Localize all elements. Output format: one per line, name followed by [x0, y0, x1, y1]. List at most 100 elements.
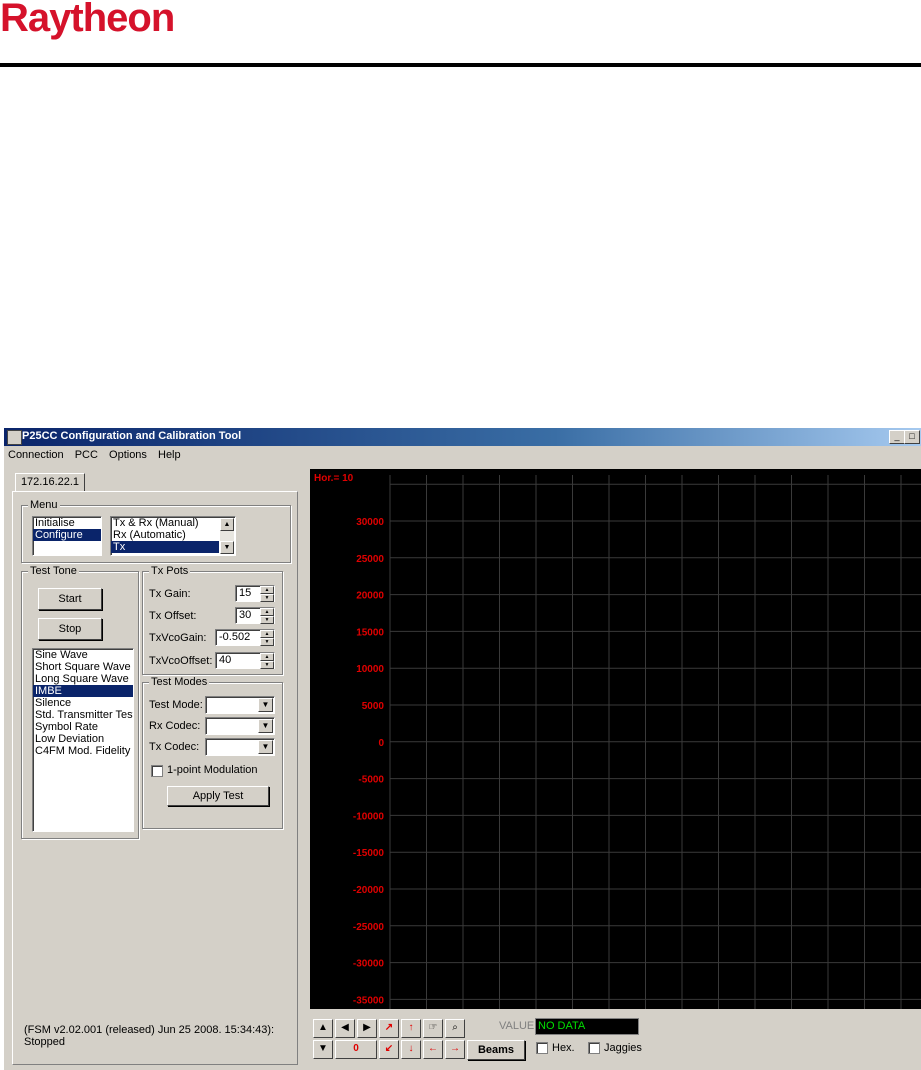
- menu-left-list[interactable]: Initialise Configure: [32, 516, 102, 556]
- list-item[interactable]: Tx & Rx (Manual): [111, 517, 235, 529]
- beams-button[interactable]: Beams: [467, 1040, 525, 1060]
- test-modes-group: Test Modes Test Mode: ▼ Rx Codec: ▼ Tx C…: [142, 676, 283, 829]
- menu-help[interactable]: Help: [154, 447, 185, 461]
- tx-codec-select[interactable]: ▼: [205, 738, 275, 756]
- spin-up-icon[interactable]: ▲: [260, 653, 274, 661]
- tx-vco-gain-spinner[interactable]: -0.502 ▲ ▼: [215, 629, 275, 646]
- test-modes-label: Test Modes: [149, 676, 210, 688]
- spin-up-icon[interactable]: ▲: [260, 630, 274, 638]
- tx-pots-label: Tx Pots: [149, 565, 191, 577]
- zoom-left-icon[interactable]: ←: [423, 1040, 443, 1059]
- select-tool-icon[interactable]: ☞: [423, 1019, 443, 1038]
- list-item[interactable]: Sine Wave: [33, 649, 133, 661]
- tx-vco-offset-value[interactable]: 40: [219, 654, 231, 666]
- scroll-down-icon[interactable]: ▼: [220, 541, 234, 554]
- y-tick-label: 0: [378, 738, 384, 749]
- start-button[interactable]: Start: [38, 588, 102, 610]
- y-tick-label: -25000: [353, 922, 385, 933]
- scope-plot[interactable]: 30000 25000 20000 15000 10000 5000 0 -5000 -1000…: [310, 469, 921, 1009]
- minimize-button[interactable]: _: [889, 430, 905, 444]
- value-display: NO DATA: [535, 1018, 639, 1035]
- list-item[interactable]: Rx (Automatic): [111, 529, 235, 541]
- spin-up-icon[interactable]: ▲: [260, 586, 274, 594]
- arrow-right-icon[interactable]: ▶: [357, 1019, 377, 1038]
- list-item[interactable]: Tx: [111, 541, 219, 553]
- tx-vco-offset-label: TxVcoOffset:: [149, 655, 213, 667]
- y-tick-label: 10000: [356, 664, 384, 675]
- rx-codec-label: Rx Codec:: [149, 720, 201, 732]
- test-tone-list[interactable]: Sine Wave Short Square Wave Long Square …: [32, 648, 134, 832]
- y-tick-label: -5000: [358, 775, 384, 786]
- list-item[interactable]: Initialise: [33, 517, 101, 529]
- tx-offset-label: Tx Offset:: [149, 610, 197, 622]
- title-bar[interactable]: P25CC Configuration and Calibration Tool…: [4, 428, 921, 446]
- zoom-right-icon[interactable]: →: [445, 1040, 465, 1059]
- y-tick-label: -10000: [353, 811, 385, 822]
- tx-gain-value[interactable]: 15: [239, 587, 251, 599]
- list-item[interactable]: C4FM Mod. Fidelity: [33, 745, 133, 757]
- rx-codec-select[interactable]: ▼: [205, 717, 275, 735]
- list-item[interactable]: Short Square Wave: [33, 661, 133, 673]
- tx-vco-offset-spinner[interactable]: 40 ▲ ▼: [215, 652, 275, 669]
- chevron-down-icon[interactable]: ▼: [258, 740, 273, 754]
- list-item[interactable]: Symbol Rate: [33, 721, 133, 733]
- tx-codec-label: Tx Codec:: [149, 741, 200, 753]
- tx-offset-value[interactable]: 30: [239, 609, 251, 621]
- jaggies-label: Jaggies: [604, 1042, 642, 1054]
- arrow-up-icon[interactable]: ▲: [313, 1019, 333, 1038]
- y-tick-label: 15000: [356, 627, 384, 638]
- one-point-modulation-checkbox[interactable]: [151, 765, 163, 777]
- list-item[interactable]: Configure: [33, 529, 101, 541]
- menu-connection[interactable]: Connection: [4, 447, 68, 461]
- y-tick-label: -35000: [353, 995, 385, 1006]
- spin-down-icon[interactable]: ▼: [260, 661, 274, 669]
- zoom-diagonal-out-icon[interactable]: ↙: [379, 1040, 399, 1059]
- list-item[interactable]: IMBE: [33, 685, 133, 697]
- raytheon-logo: Raytheon: [0, 0, 175, 40]
- tab-connection[interactable]: 172.16.22.1: [15, 473, 85, 491]
- arrow-down-icon[interactable]: ▼: [313, 1040, 333, 1059]
- y-tick-label: 20000: [356, 591, 384, 602]
- arrow-left-icon[interactable]: ◀: [335, 1019, 355, 1038]
- maximize-button[interactable]: □: [904, 430, 920, 444]
- status-text: (FSM v2.02.001 (released) Jun 25 2008. 1…: [24, 1024, 275, 1048]
- test-tone-label: Test Tone: [28, 565, 79, 577]
- app-icon: [7, 430, 22, 445]
- menu-pcc[interactable]: PCC: [71, 447, 102, 461]
- zoom-vertical-up-icon[interactable]: ↑: [401, 1019, 421, 1038]
- list-item[interactable]: Low Deviation: [33, 733, 133, 745]
- zoom-vertical-down-icon[interactable]: ↓: [401, 1040, 421, 1059]
- spin-down-icon[interactable]: ▼: [260, 638, 274, 646]
- menu-group-label: Menu: [28, 499, 60, 511]
- y-tick-label: -20000: [353, 885, 385, 896]
- spin-down-icon[interactable]: ▼: [260, 594, 274, 602]
- list-item[interactable]: Silence: [33, 697, 133, 709]
- menu-scrollbar[interactable]: ▲ ▼: [220, 518, 234, 554]
- window-title: P25CC Configuration and Calibration Tool: [22, 430, 242, 442]
- tx-vco-gain-value[interactable]: -0.502: [219, 631, 250, 643]
- hex-checkbox[interactable]: [536, 1042, 548, 1054]
- menu-options[interactable]: Options: [105, 447, 151, 461]
- y-tick-label: -15000: [353, 848, 385, 859]
- tx-offset-spinner[interactable]: 30 ▲ ▼: [235, 607, 275, 624]
- test-mode-select[interactable]: ▼: [205, 696, 275, 714]
- jaggies-checkbox[interactable]: [588, 1042, 600, 1054]
- menu-right-list[interactable]: Tx & Rx (Manual) Rx (Automatic) Tx ▲ ▼: [110, 516, 236, 556]
- y-tick-label: 30000: [356, 517, 384, 528]
- stop-button[interactable]: Stop: [38, 618, 102, 640]
- tx-pots-group: Tx Pots Tx Gain: 15 ▲ ▼ Tx Offset: 30 ▲ ▼ …: [142, 565, 283, 675]
- tx-gain-spinner[interactable]: 15 ▲ ▼: [235, 585, 275, 602]
- scroll-up-icon[interactable]: ▲: [220, 518, 234, 531]
- chevron-down-icon[interactable]: ▼: [258, 719, 273, 733]
- scope-svg: 30000 25000 20000 15000 10000 5000 0 -5000 -1000…: [314, 473, 921, 1009]
- spin-up-icon[interactable]: ▲: [260, 608, 274, 616]
- list-item[interactable]: Std. Transmitter Test P: [33, 709, 133, 721]
- y-tick-label: 5000: [362, 701, 385, 712]
- spin-down-icon[interactable]: ▼: [260, 616, 274, 624]
- chevron-down-icon[interactable]: ▼: [258, 698, 273, 712]
- test-tone-group: Test Tone Start Stop Sine Wave Short Squ…: [21, 565, 139, 839]
- list-item[interactable]: Long Square Wave: [33, 673, 133, 685]
- magnifier-icon[interactable]: ⌕: [445, 1019, 465, 1038]
- zoom-diagonal-icon[interactable]: ↗: [379, 1019, 399, 1038]
- apply-test-button[interactable]: Apply Test: [167, 786, 269, 806]
